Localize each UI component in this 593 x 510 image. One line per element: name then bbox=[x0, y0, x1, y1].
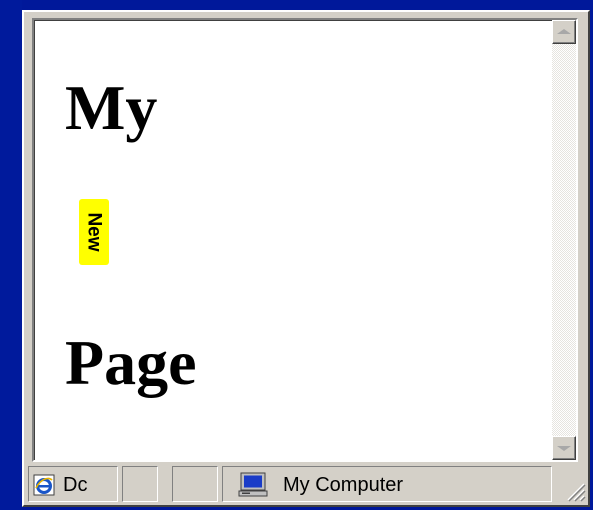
browser-window: My New Page Dc My Computer bbox=[22, 10, 590, 507]
resize-grip-icon[interactable] bbox=[564, 480, 586, 502]
new-badge: New bbox=[79, 199, 109, 265]
status-pane-empty-1 bbox=[122, 466, 158, 502]
vertical-scrollbar[interactable] bbox=[552, 20, 576, 460]
status-pane-empty-2 bbox=[172, 466, 218, 502]
status-pane-document: Dc bbox=[28, 466, 118, 502]
document-viewport: My New Page bbox=[32, 18, 578, 462]
my-computer-icon bbox=[238, 472, 268, 497]
internet-explorer-page-icon bbox=[33, 474, 55, 496]
desktop-background bbox=[0, 0, 22, 510]
scroll-up-arrow-icon bbox=[557, 29, 571, 34]
status-zone-text: My Computer bbox=[283, 474, 404, 496]
heading-my: My bbox=[65, 72, 158, 143]
status-pane-zone: My Computer bbox=[222, 466, 552, 502]
heading-page: Page bbox=[65, 327, 197, 398]
scroll-down-arrow-icon bbox=[557, 446, 571, 451]
scroll-up-button[interactable] bbox=[552, 20, 576, 44]
status-document-text: Dc bbox=[63, 474, 88, 496]
new-badge-label: New bbox=[83, 212, 105, 252]
scroll-down-button[interactable] bbox=[552, 436, 576, 460]
document-area: My New Page bbox=[34, 20, 554, 460]
status-bar: Dc My Computer bbox=[28, 466, 586, 502]
